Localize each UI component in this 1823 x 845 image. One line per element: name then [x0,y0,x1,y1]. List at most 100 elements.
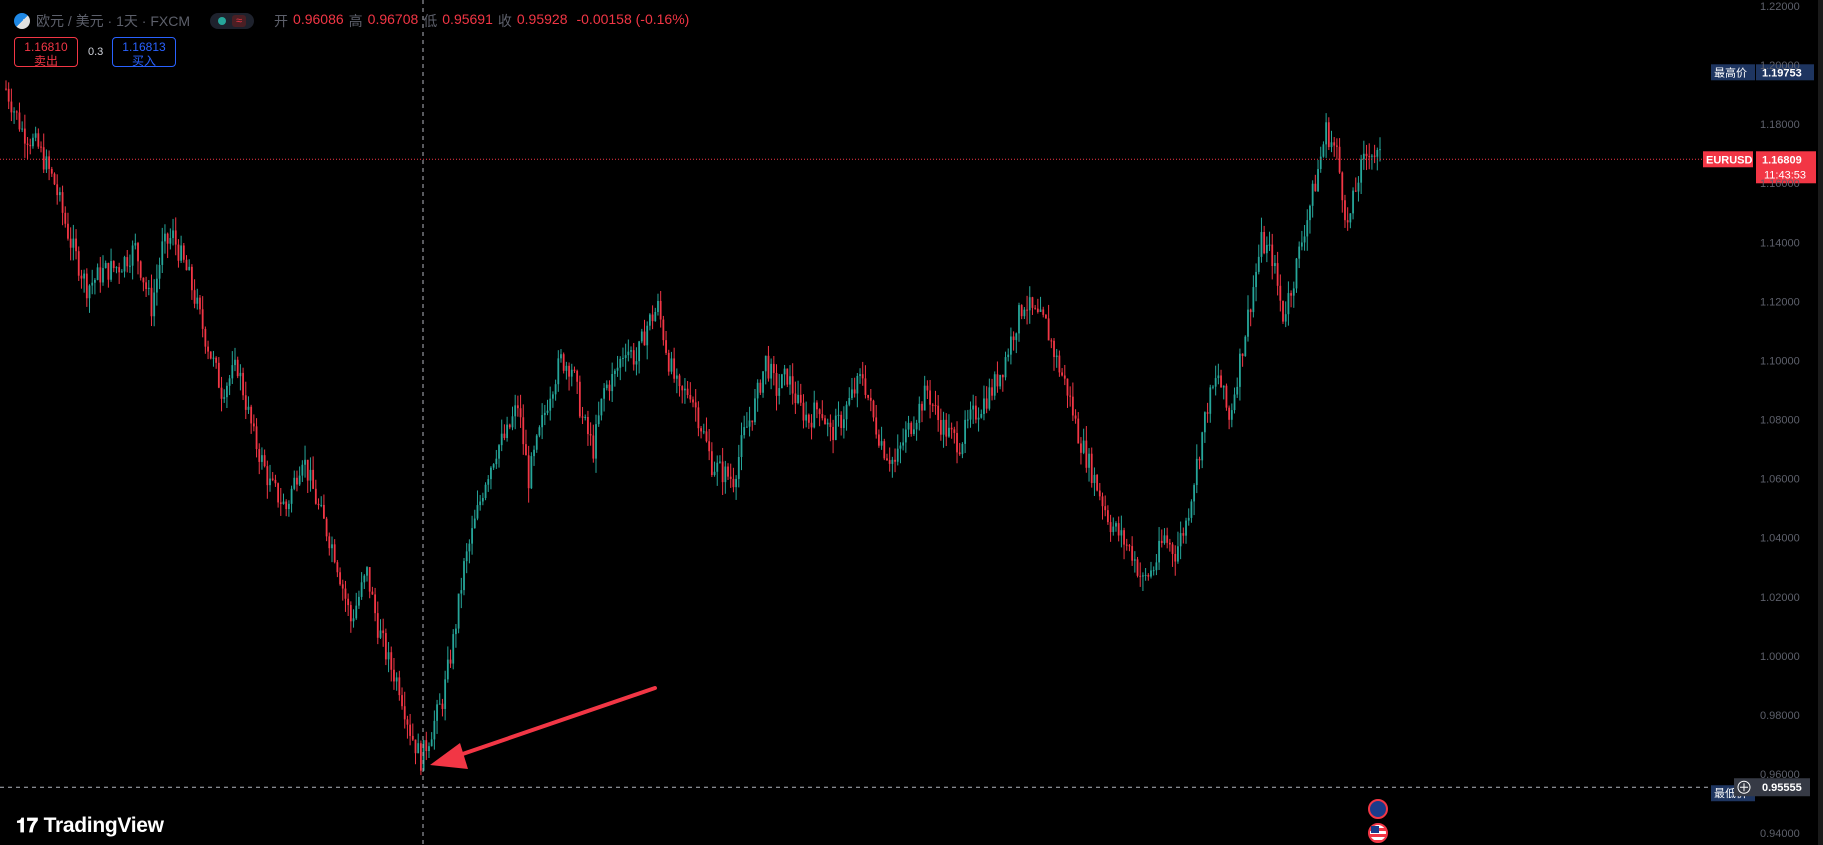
candle-body [80,275,83,279]
candle-body [576,370,579,382]
tradingview-logo[interactable]: 𝟏𝟕 TradingView [16,814,164,838]
candle-body [934,405,937,407]
candle-body [34,133,37,138]
candle-body [18,112,21,130]
candle-body [188,266,191,271]
candle-body [134,243,137,246]
candle-body [1106,510,1109,523]
candle-body [1131,546,1134,561]
candle-body [775,372,778,396]
candle-body [1136,559,1139,576]
candle-body [1160,540,1163,544]
candle-body [145,282,147,290]
eur-usd-flag-icon[interactable] [14,13,30,29]
market-status-pill[interactable]: ≈ [210,13,255,29]
candle-body [805,414,808,421]
us-event-icon[interactable] [1368,823,1388,843]
candle-body [42,147,45,170]
candle-body [220,387,223,399]
candle-body [481,498,484,502]
candle-body [638,341,641,362]
candle-body [1144,574,1147,576]
candle-body [1317,168,1319,192]
candle-body [328,536,331,549]
buy-button[interactable]: 1.16813 买入 [112,37,176,68]
candle-body [306,459,309,481]
high-label: 高 [348,13,363,29]
candle-body [859,374,861,376]
candle-body [1274,263,1276,267]
candle-body [77,251,80,276]
candle-body [1300,242,1303,247]
price-chart[interactable]: EURUSD 1.1680911:43:53最高价 1.19753最低价 0.9555… [0,0,1823,845]
symbol-title[interactable]: 欧元 / 美元 · 1天 · FXCM [36,11,190,31]
candle-body [1373,155,1376,157]
candle-body [252,423,255,427]
candle-body [1104,506,1107,511]
candle-body [298,475,301,485]
candle-body [519,408,522,418]
candle-body [689,395,692,400]
candle-body [1123,530,1125,545]
candle-body [172,230,174,239]
candle-body [735,478,738,488]
candle-body [1244,336,1247,357]
candle-body [1322,144,1325,157]
candle-body [748,420,751,427]
candle-body [1222,385,1225,388]
candle-body [1026,309,1028,311]
candle-body [1139,575,1142,577]
candle-body [69,238,72,248]
candle-body [985,398,988,409]
candle-body [875,417,878,435]
low-value: 0.95691 [442,11,493,27]
candle-body [1349,213,1352,223]
y-tick-label: 1.02000 [1760,592,1800,604]
candle-body [587,416,589,435]
candle-body [131,245,134,266]
candle-body [929,390,931,405]
candle-body [1010,336,1012,355]
candle-body [126,257,129,267]
candle-body [867,394,870,398]
candle-body [1201,432,1204,461]
candle-body [616,367,619,371]
candle-body [697,407,700,429]
candle-body [713,471,716,476]
candle-body [716,462,719,472]
candle-body [608,384,611,392]
candle-body [277,483,280,503]
candle-body [1117,523,1120,536]
candle-body [226,385,228,398]
candle-body [279,502,282,504]
candle-body [1077,418,1080,444]
candle-body [939,420,942,435]
y-tick-label: 1.22000 [1760,1,1800,13]
candle-body [53,173,56,185]
candle-body [476,505,479,519]
candle-body [678,375,681,387]
candle-body [1206,412,1209,414]
y-tick-label: 0.98000 [1760,710,1800,722]
candle-body [85,273,88,299]
y-tick-label: 1.10000 [1760,355,1800,367]
candle-body [492,464,495,468]
candle-body [562,354,565,371]
candle-body [250,406,253,424]
ohlc-values: 开 0.96086 高 0.96708 低 0.95691 收 0.95928 -0.0… [274,11,689,31]
candle-body [363,575,366,583]
candle-body [816,402,818,410]
candle-body [139,261,142,278]
candle-body [786,368,789,385]
candle-body [543,412,546,416]
candle-body [619,358,622,368]
candle-body [961,443,964,455]
candle-body [1298,246,1301,259]
candle-body [525,444,527,456]
candle-body [578,381,581,417]
candle-body [312,469,315,489]
candle-body [285,501,288,510]
candle-body [702,431,705,433]
eu-event-icon[interactable] [1368,799,1388,819]
sell-button[interactable]: 1.16810 卖出 [14,37,78,68]
